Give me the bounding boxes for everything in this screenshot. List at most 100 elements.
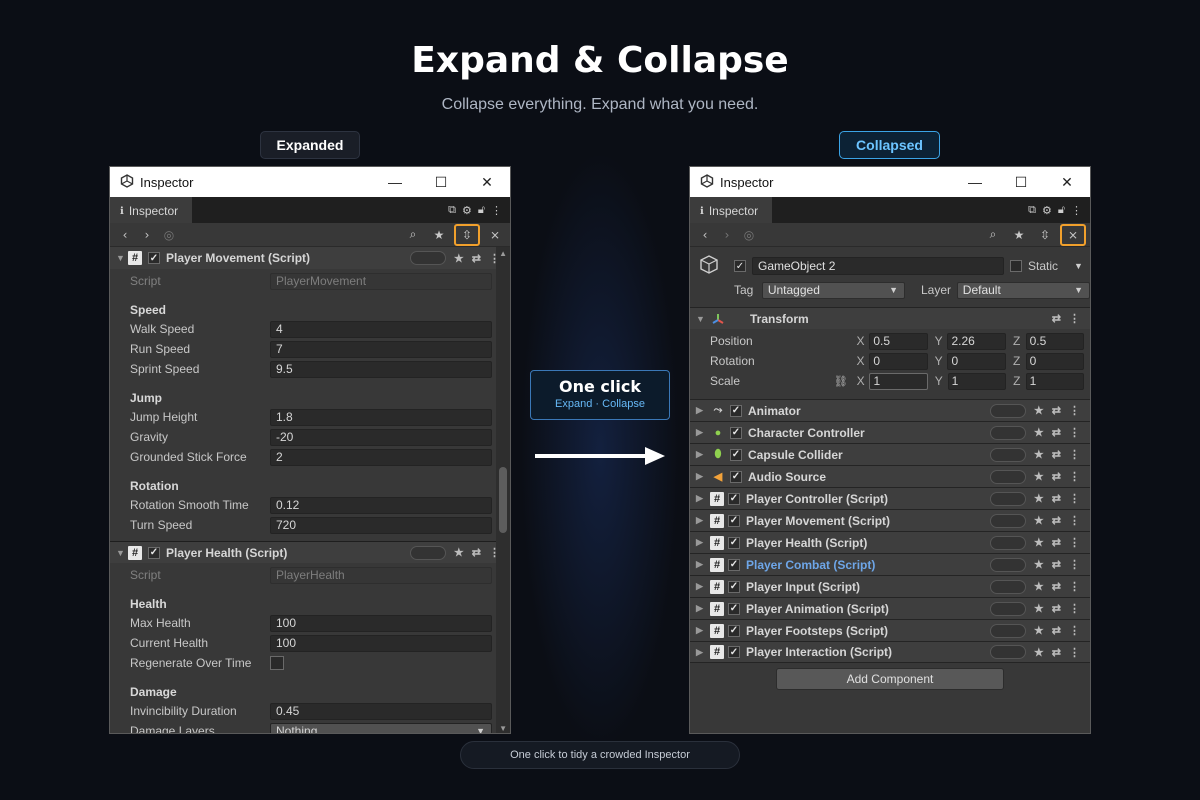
enable-checkbox[interactable]: ✓ bbox=[730, 470, 742, 483]
sliders-icon[interactable]: ⇄ bbox=[1052, 470, 1061, 483]
star-icon[interactable]: ★ bbox=[1034, 470, 1044, 483]
star-icon[interactable]: ★ bbox=[1034, 602, 1044, 615]
kebab-menu-icon[interactable]: ⋮ bbox=[1069, 624, 1080, 637]
rotation-x-field[interactable]: 0 bbox=[869, 352, 928, 370]
preset-pill[interactable] bbox=[989, 469, 1026, 484]
scale-z-field[interactable]: 1 bbox=[1025, 372, 1085, 390]
preset-pill[interactable] bbox=[989, 403, 1026, 418]
component-header-player-health[interactable]: ▼ # ✓ Player Health (Script) ★ ⇄ ⋮ bbox=[110, 541, 510, 563]
close-button[interactable]: ✕ bbox=[464, 167, 510, 197]
position-x-field[interactable]: 0.5 bbox=[869, 332, 928, 350]
fold-arrow-icon[interactable]: ▶ bbox=[696, 427, 710, 438]
jump-height-field[interactable]: 1.8 bbox=[270, 408, 492, 426]
kebab-menu-icon[interactable]: ⋮ bbox=[1069, 312, 1080, 325]
scroll-down-icon[interactable]: ▼ bbox=[499, 724, 507, 733]
gear-icon[interactable]: ⚙ bbox=[462, 204, 472, 217]
turn-speed-field[interactable]: 720 bbox=[270, 516, 492, 534]
fold-arrow-icon[interactable]: ▼ bbox=[116, 548, 128, 558]
sprint-speed-field[interactable]: 9.5 bbox=[270, 360, 492, 378]
back-icon[interactable]: ‹ bbox=[694, 225, 716, 245]
star-icon[interactable]: ★ bbox=[1034, 624, 1044, 637]
component-row-player-animation[interactable]: ▶ # ✓ Player Animation (Script) ★ ⇄ ⋮ bbox=[690, 597, 1090, 619]
enable-checkbox[interactable]: ✓ bbox=[728, 492, 740, 505]
star-icon[interactable]: ★ bbox=[1034, 514, 1044, 527]
invincibility-field[interactable]: 0.45 bbox=[270, 702, 492, 720]
fold-arrow-icon[interactable]: ▶ bbox=[696, 471, 710, 482]
enable-checkbox[interactable]: ✓ bbox=[148, 546, 160, 559]
star-icon[interactable]: ★ bbox=[1034, 492, 1044, 505]
walk-speed-field[interactable]: 4 bbox=[270, 320, 492, 338]
sliders-icon[interactable]: ⇄ bbox=[1052, 558, 1061, 571]
collapse-all-icon[interactable]: ⨯ bbox=[484, 225, 506, 245]
constrain-link-icon[interactable]: ⛓ bbox=[826, 375, 855, 388]
tab-inspector[interactable]: ℹ Inspector bbox=[110, 197, 193, 223]
static-checkbox[interactable] bbox=[1010, 260, 1022, 272]
sliders-icon[interactable]: ⇄ bbox=[1052, 580, 1061, 593]
star-icon[interactable]: ★ bbox=[1034, 448, 1044, 461]
preset-pill[interactable] bbox=[989, 425, 1026, 440]
expand-collapse-toggle-icon[interactable]: ⇳ bbox=[454, 223, 480, 246]
preset-pill[interactable] bbox=[989, 579, 1026, 594]
component-row-player-input[interactable]: ▶ # ✓ Player Input (Script) ★ ⇄ ⋮ bbox=[690, 575, 1090, 597]
forward-icon[interactable]: › bbox=[136, 225, 158, 245]
star-icon[interactable]: ★ bbox=[1034, 580, 1044, 593]
close-button[interactable]: ✕ bbox=[1044, 167, 1090, 197]
tab-inspector[interactable]: ℹ Inspector bbox=[690, 197, 773, 223]
component-row-animator[interactable]: ▶ ⤳ ✓ Animator ★ ⇄ ⋮ bbox=[690, 399, 1090, 421]
preset-pill[interactable] bbox=[989, 491, 1026, 506]
component-row-capsule-collider[interactable]: ▶ ⬮ ✓ Capsule Collider ★ ⇄ ⋮ bbox=[690, 443, 1090, 465]
fold-arrow-icon[interactable]: ▶ bbox=[696, 537, 710, 548]
enable-checkbox[interactable]: ✓ bbox=[728, 646, 740, 658]
scrollbar[interactable]: ▲ ▼ bbox=[496, 247, 510, 733]
preset-pill[interactable] bbox=[409, 251, 446, 265]
kebab-menu-icon[interactable]: ⋮ bbox=[491, 204, 502, 217]
fold-arrow-icon[interactable]: ▶ bbox=[696, 603, 710, 614]
enable-checkbox[interactable]: ✓ bbox=[728, 602, 740, 615]
forward-icon[interactable]: › bbox=[716, 225, 738, 245]
back-icon[interactable]: ‹ bbox=[114, 225, 136, 245]
position-z-field[interactable]: 0.5 bbox=[1025, 332, 1084, 350]
position-y-field[interactable]: 2.26 bbox=[947, 332, 1006, 350]
component-row-character-controller[interactable]: ▶ ● ✓ Character Controller ★ ⇄ ⋮ bbox=[690, 421, 1090, 443]
script-field[interactable]: PlayerMovement bbox=[270, 272, 492, 290]
component-row-player-controller[interactable]: ▶ # ✓ Player Controller (Script) ★ ⇄ ⋮ bbox=[690, 487, 1090, 509]
enable-checkbox[interactable]: ✓ bbox=[148, 252, 160, 264]
sliders-icon[interactable]: ⇄ bbox=[1052, 426, 1061, 439]
sliders-icon[interactable]: ⇄ bbox=[1052, 448, 1061, 461]
fold-arrow-icon[interactable]: ▶ bbox=[696, 515, 710, 526]
rotation-y-field[interactable]: 0 bbox=[947, 352, 1006, 370]
kebab-menu-icon[interactable]: ⋮ bbox=[1071, 204, 1082, 217]
component-row-player-footsteps[interactable]: ▶ # ✓ Player Footsteps (Script) ★ ⇄ ⋮ bbox=[690, 619, 1090, 641]
fold-arrow-icon[interactable]: ▶ bbox=[696, 625, 710, 636]
enable-checkbox[interactable]: ✓ bbox=[730, 448, 742, 461]
star-icon[interactable]: ★ bbox=[1034, 558, 1044, 571]
preset-pill[interactable] bbox=[989, 623, 1026, 638]
maximize-button[interactable]: ☐ bbox=[998, 167, 1044, 197]
component-header-player-movement[interactable]: ▼ # ✓ Player Movement (Script) ★ ⇄ ⋮ bbox=[110, 247, 510, 269]
kebab-menu-icon[interactable]: ⋮ bbox=[1069, 514, 1080, 527]
grounded-stick-force-field[interactable]: 2 bbox=[270, 448, 492, 466]
kebab-menu-icon[interactable]: ⋮ bbox=[1069, 558, 1080, 571]
run-speed-field[interactable]: 7 bbox=[270, 340, 492, 358]
scroll-up-icon[interactable]: ▲ bbox=[499, 249, 507, 258]
fold-arrow-icon[interactable]: ▼ bbox=[116, 253, 128, 263]
rotation-smooth-field[interactable]: 0.12 bbox=[270, 496, 492, 514]
star-icon[interactable]: ★ bbox=[428, 225, 450, 245]
collapse-all-icon[interactable]: ⨯ bbox=[1060, 223, 1086, 246]
sliders-icon[interactable]: ⇄ bbox=[1052, 492, 1061, 505]
history-icon[interactable]: ◎ bbox=[158, 225, 180, 245]
sliders-icon[interactable]: ⇄ bbox=[1052, 602, 1061, 615]
fold-arrow-icon[interactable]: ▶ bbox=[696, 405, 710, 416]
search-icon[interactable]: ⌕ bbox=[402, 225, 424, 245]
rotation-z-field[interactable]: 0 bbox=[1025, 352, 1084, 370]
enable-checkbox[interactable]: ✓ bbox=[728, 536, 740, 549]
enable-checkbox[interactable]: ✓ bbox=[728, 580, 740, 593]
kebab-menu-icon[interactable]: ⋮ bbox=[1069, 646, 1080, 659]
sliders-icon[interactable]: ⇄ bbox=[472, 546, 481, 559]
damage-layers-dropdown[interactable]: Nothing ▼ bbox=[270, 722, 492, 733]
component-row-player-movement[interactable]: ▶ # ✓ Player Movement (Script) ★ ⇄ ⋮ bbox=[690, 509, 1090, 531]
sliders-icon[interactable]: ⇄ bbox=[1052, 536, 1061, 549]
kebab-menu-icon[interactable]: ⋮ bbox=[1069, 470, 1080, 483]
preset-pill[interactable] bbox=[989, 645, 1026, 659]
maximize-button[interactable]: ☐ bbox=[418, 167, 464, 197]
